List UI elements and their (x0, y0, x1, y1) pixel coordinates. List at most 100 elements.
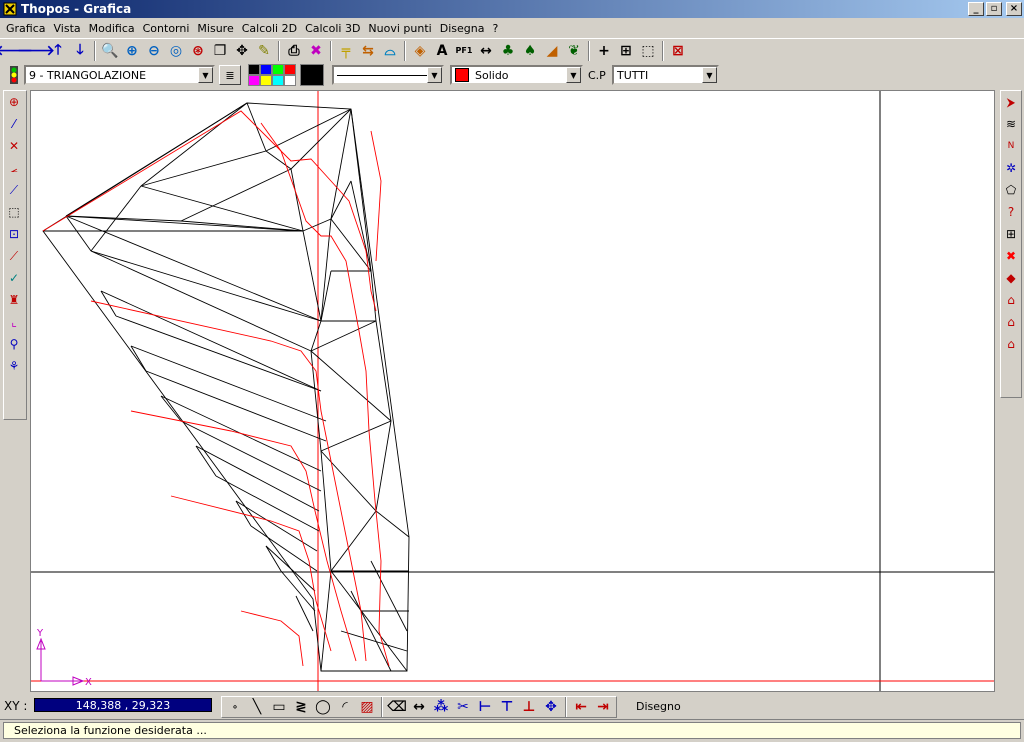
point-tool-icon[interactable]: ∘ (224, 696, 246, 718)
layer-select[interactable]: 9 - TRIANGOLAZIONE ▼ (24, 65, 215, 85)
diagonal-icon[interactable]: ⟋ (4, 245, 24, 267)
move-left-tool-icon[interactable]: ⇤ (570, 696, 592, 718)
rectangle-tool-icon[interactable]: ▭ (268, 696, 290, 718)
menu-contorni[interactable]: Contorni (139, 22, 194, 35)
drawing-canvas[interactable]: Y X (30, 90, 995, 692)
house-cross-icon[interactable]: ⌂ (1001, 333, 1021, 355)
menu-misure[interactable]: Misure (193, 22, 237, 35)
palette-swatch[interactable] (260, 75, 272, 86)
zoom-in-icon[interactable]: ⊕ (121, 40, 143, 62)
copy-icon[interactable]: ❐ (209, 40, 231, 62)
nodes-tool-icon[interactable]: ⁂ (430, 696, 452, 718)
layers-stack-icon[interactable]: ≋ (1001, 113, 1021, 135)
palette-swatch[interactable] (260, 64, 272, 75)
move-icon[interactable]: ⇆ (357, 40, 379, 62)
node-link-icon[interactable]: ⚲ (4, 333, 24, 355)
query-icon[interactable]: ◈ (409, 40, 431, 62)
measure-icon[interactable]: ⌓ (379, 40, 401, 62)
circle-point-icon[interactable]: ⊕ (4, 91, 24, 113)
house-icon[interactable]: ⌂ (1001, 289, 1021, 311)
align-bottom-tool-icon[interactable]: ⊥ (518, 696, 540, 718)
layers-button[interactable]: ≣ (219, 65, 241, 85)
hatch-tool-icon[interactable]: ▨ (356, 696, 378, 718)
text-icon[interactable]: A (431, 40, 453, 62)
add-point-icon[interactable]: ⊞ (1001, 223, 1021, 245)
tree-alt-icon[interactable]: ♠ (519, 40, 541, 62)
north-icon[interactable]: N (1001, 135, 1021, 157)
menu-help[interactable]: ? (488, 22, 502, 35)
palette-swatch[interactable] (272, 75, 284, 86)
minimize-button[interactable]: _ (968, 2, 984, 16)
slope-line-icon[interactable]: ⟋ (4, 179, 24, 201)
circle-tool-icon[interactable]: ◯ (312, 696, 334, 718)
arc-tool-icon[interactable]: ◜ (334, 696, 356, 718)
node-branch-icon[interactable]: ⚘ (4, 355, 24, 377)
maximize-button[interactable]: ▫ (986, 2, 1002, 16)
zoom-window-icon[interactable]: 🔍 (99, 40, 121, 62)
arrow-down-icon[interactable]: 🡓 (69, 40, 91, 62)
rect-select-icon[interactable]: ⬚ (4, 201, 24, 223)
check-line-icon[interactable]: ✓ (4, 267, 24, 289)
stretch-tool-icon[interactable]: ↔ (408, 696, 430, 718)
cross-lines-icon[interactable]: ✕ (4, 135, 24, 157)
house-alt-icon[interactable]: ⌂ (1001, 311, 1021, 333)
settings-icon[interactable]: ✖ (305, 40, 327, 62)
spacing-icon[interactable]: ↔ (475, 40, 497, 62)
palette-swatch[interactable] (284, 75, 296, 86)
move-right-tool-icon[interactable]: ⇥ (592, 696, 614, 718)
eraser-tool-icon[interactable]: ⌫ (386, 696, 408, 718)
point-line-icon[interactable]: ⁄ (4, 113, 24, 135)
pencil-icon[interactable]: ✎ (253, 40, 275, 62)
polygon-icon[interactable]: ⬠ (1001, 179, 1021, 201)
align-left-tool-icon[interactable]: ⊢ (474, 696, 496, 718)
palette-swatch[interactable] (272, 64, 284, 75)
line-tool-icon[interactable]: ╲ (246, 696, 268, 718)
diamond-icon[interactable]: ◆ (1001, 267, 1021, 289)
chevron-down-icon[interactable]: ▼ (702, 67, 717, 83)
hydrant-icon[interactable]: ♜ (4, 289, 24, 311)
arrow-right-icon[interactable]: 🡒 (17, 40, 55, 62)
zoom-out-icon[interactable]: ⊖ (143, 40, 165, 62)
zoom-prev-icon[interactable]: ◎ (165, 40, 187, 62)
palette-swatch[interactable] (248, 75, 260, 86)
trim-tool-icon[interactable]: ✂ (452, 696, 474, 718)
center-tool-icon[interactable]: ✥ (540, 696, 562, 718)
fill-style-select[interactable]: Solido ▼ (450, 65, 583, 85)
polyline-tool-icon[interactable]: ≷ (290, 696, 312, 718)
current-color-swatch[interactable] (300, 64, 324, 86)
menu-disegna[interactable]: Disegna (436, 22, 489, 35)
help-point-icon[interactable]: ? (1001, 201, 1021, 223)
menu-calcoli-3d[interactable]: Calcoli 3D (301, 22, 364, 35)
palette-swatch[interactable] (248, 64, 260, 75)
arrow-up-icon[interactable]: 🡑 (47, 40, 69, 62)
crosshair-icon[interactable]: + (593, 40, 615, 62)
chevron-down-icon[interactable]: ▼ (198, 67, 213, 83)
rect-corner-icon[interactable]: ⊡ (4, 223, 24, 245)
compass-icon[interactable]: ✲ (1001, 157, 1021, 179)
pointer-icon[interactable]: ⮞ (1001, 91, 1021, 113)
plant-icon[interactable]: ❦ (563, 40, 585, 62)
angle-line-icon[interactable]: ⦟ (4, 157, 24, 179)
chevron-down-icon[interactable]: ▼ (427, 67, 442, 83)
profile-icon[interactable]: ◢ (541, 40, 563, 62)
print-icon[interactable]: ⎙ (283, 40, 305, 62)
cp-select[interactable]: TUTTI ▼ (612, 65, 719, 85)
zoom-all-icon[interactable]: ⊛ (187, 40, 209, 62)
menu-vista[interactable]: Vista (50, 22, 85, 35)
pan-icon[interactable]: ✥ (231, 40, 253, 62)
menu-modifica[interactable]: Modifica (85, 22, 139, 35)
pf1-icon[interactable]: PF1 (453, 40, 475, 62)
grid-icon[interactable]: ⊞ (615, 40, 637, 62)
line-style-select[interactable]: ▼ (332, 65, 444, 85)
align-top-tool-icon[interactable]: ⊤ (496, 696, 518, 718)
close-drawing-icon[interactable]: ⊠ (667, 40, 689, 62)
delete-icon[interactable]: ✖ (1001, 245, 1021, 267)
corner-icon[interactable]: ⌞ (4, 311, 24, 333)
tree-icon[interactable]: ♣ (497, 40, 519, 62)
select-icon[interactable]: ⬚ (637, 40, 659, 62)
chevron-down-icon[interactable]: ▼ (566, 67, 581, 83)
menu-nuovi-punti[interactable]: Nuovi punti (364, 22, 435, 35)
menu-grafica[interactable]: Grafica (2, 22, 50, 35)
dimension-icon[interactable]: ╤ (335, 40, 357, 62)
palette-swatch[interactable] (284, 64, 296, 75)
